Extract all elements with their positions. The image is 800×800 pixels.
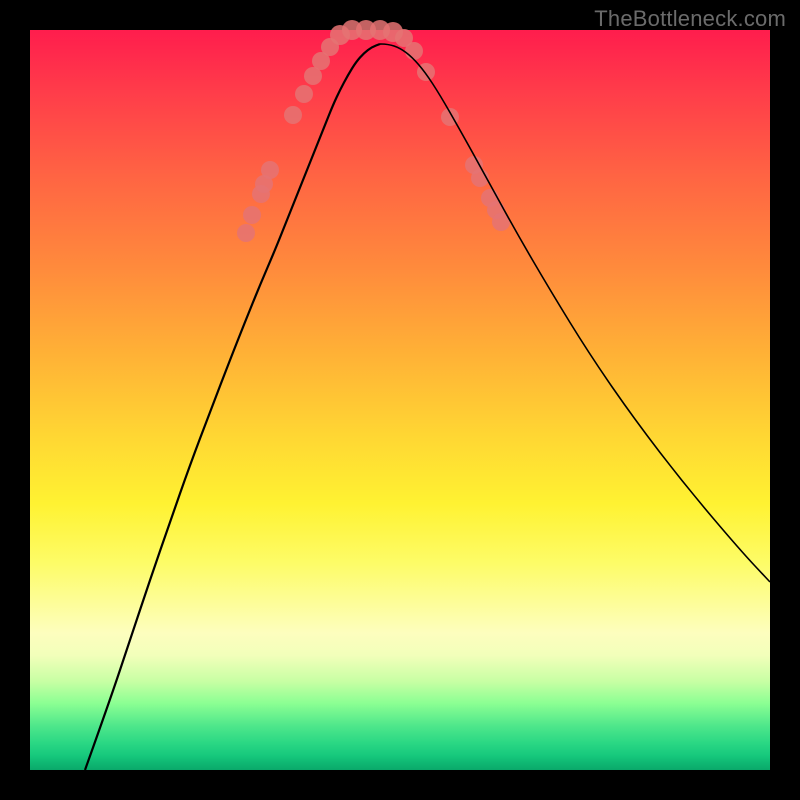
chart-marker — [237, 224, 255, 242]
chart-marker — [243, 206, 261, 224]
chart-marker — [295, 85, 313, 103]
curve-right-branch — [380, 44, 770, 582]
markers-group — [237, 20, 510, 242]
chart-marker — [405, 42, 423, 60]
curve-left-branch — [85, 44, 380, 770]
chart-stage: TheBottleneck.com — [0, 0, 800, 800]
chart-svg — [30, 30, 770, 770]
chart-marker — [284, 106, 302, 124]
chart-marker — [261, 161, 279, 179]
watermark-text: TheBottleneck.com — [594, 6, 786, 32]
